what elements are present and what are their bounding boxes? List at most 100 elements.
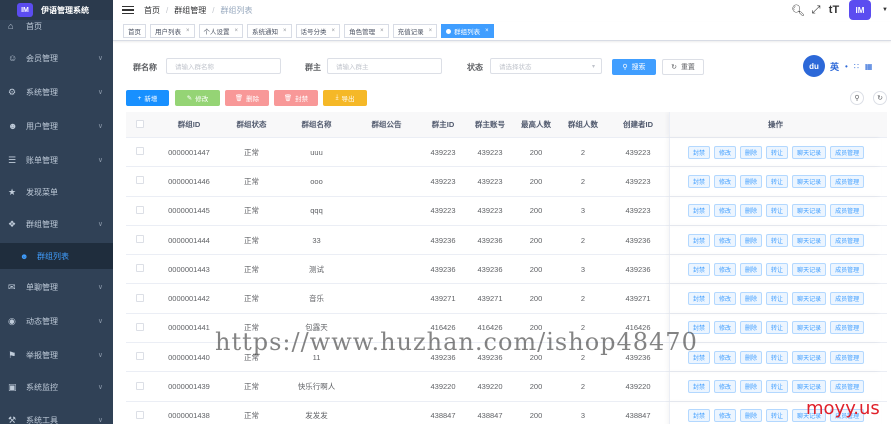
tag-item[interactable]: 话号分类 × (295, 24, 341, 38)
row-action-button[interactable]: 成员管理 (830, 321, 865, 335)
row-action-button[interactable]: 聊天记录 (792, 262, 827, 276)
row-checkbox[interactable] (136, 235, 144, 244)
row-action-button[interactable]: 封禁 (688, 292, 711, 306)
caret-down-icon[interactable]: ▼ (881, 7, 889, 13)
row-action-button[interactable]: 修改 (714, 145, 737, 159)
status-select[interactable]: 请选择状态 ▾ (490, 58, 602, 74)
sidebar-item[interactable]: ▣ 系统监控 ∨ (0, 377, 113, 397)
sidebar-item[interactable]: ◉ 动态管理 ∨ (0, 311, 113, 331)
row-action-button[interactable]: 聊天记录 (792, 174, 827, 188)
row-action-button[interactable]: 删除 (740, 204, 763, 218)
row-checkbox[interactable] (136, 410, 144, 419)
row-action-button[interactable]: 转让 (766, 321, 789, 335)
fullscreen-icon[interactable]: ⤢ (807, 4, 825, 17)
row-checkbox[interactable] (136, 264, 144, 273)
row-action-button[interactable]: 转让 (766, 174, 789, 188)
close-icon[interactable]: × (485, 28, 489, 34)
table-row[interactable]: 0000001445 正常 qqq 439223 439223 200 3 439223 封禁修… (126, 196, 887, 226)
row-action-button[interactable]: 聊天记录 (792, 350, 827, 364)
row-action-button[interactable]: 删除 (740, 145, 763, 159)
delete-button[interactable]: 🗑︎ 删除 (225, 90, 269, 106)
search-button[interactable]: ⚲ 搜索 (612, 59, 656, 75)
row-action-button[interactable]: 封禁 (688, 145, 711, 159)
row-checkbox[interactable] (136, 322, 144, 331)
table-row[interactable]: 0000001438 正常 发发发 438847 438847 200 3 438847 封禁修… (126, 401, 887, 424)
select-all-checkbox[interactable] (136, 119, 144, 128)
row-action-button[interactable]: 封禁 (688, 174, 711, 188)
row-action-button[interactable]: 修改 (714, 321, 737, 335)
row-action-button[interactable]: 封禁 (688, 380, 711, 394)
row-action-button[interactable]: 删除 (740, 233, 763, 247)
ime-lang[interactable]: 英 (830, 60, 839, 73)
row-checkbox[interactable] (136, 205, 144, 214)
tag-item[interactable]: 首页 (123, 24, 146, 38)
grid-icon[interactable]: ▦ (865, 62, 873, 71)
row-action-button[interactable]: 修改 (714, 233, 737, 247)
row-action-button[interactable]: 删除 (740, 262, 763, 276)
row-action-button[interactable]: 转让 (766, 409, 789, 423)
row-action-button[interactable]: 成员管理 (830, 292, 865, 306)
row-checkbox[interactable] (136, 293, 144, 302)
row-action-button[interactable]: 聊天记录 (792, 204, 827, 218)
row-action-button[interactable]: 成员管理 (830, 233, 865, 247)
row-action-button[interactable]: 删除 (740, 380, 763, 394)
row-checkbox[interactable] (136, 176, 144, 185)
sidebar-item[interactable]: ⌂ 首页 (0, 16, 113, 36)
row-action-button[interactable]: 转让 (766, 380, 789, 394)
row-action-button[interactable]: 转让 (766, 204, 789, 218)
row-action-button[interactable]: 封禁 (688, 409, 711, 423)
ban-button[interactable]: 🗑︎ 封禁 (274, 90, 318, 106)
row-action-button[interactable]: 删除 (740, 321, 763, 335)
tag-item[interactable]: 用户列表 × (150, 24, 195, 38)
close-icon[interactable]: × (283, 28, 287, 34)
tag-item[interactable]: 系统通知 × (247, 24, 292, 38)
row-checkbox[interactable] (136, 381, 144, 390)
row-action-button[interactable]: 转让 (766, 145, 789, 159)
ime-toolbar[interactable]: du 英 • ∷ ▦ (803, 54, 889, 78)
row-action-button[interactable]: 成员管理 (830, 350, 865, 364)
table-row[interactable]: 0000001439 正常 快乐行啊人 439220 439220 200 2 439220 封… (126, 372, 887, 402)
row-action-button[interactable]: 修改 (714, 409, 737, 423)
row-action-button[interactable]: 成员管理 (830, 380, 865, 394)
reset-button[interactable]: ↻ 重置 (662, 59, 704, 75)
search-icon[interactable]: 🔍︎ (789, 4, 807, 17)
row-action-button[interactable]: 聊天记录 (792, 380, 827, 394)
breadcrumb-group-manage[interactable]: 群组管理 (174, 5, 206, 16)
row-action-button[interactable]: 转让 (766, 233, 789, 247)
row-action-button[interactable]: 修改 (714, 350, 737, 364)
owner-input[interactable]: 请输入群主 (327, 58, 442, 74)
row-action-button[interactable]: 聊天记录 (792, 292, 827, 306)
sidebar-item[interactable]: ☻ 用户管理 ∨ (0, 116, 113, 136)
refresh-button[interactable]: ↻ (873, 91, 887, 105)
row-action-button[interactable]: 聊天记录 (792, 145, 827, 159)
sidebar-item[interactable]: ⚑ 举报管理 ∨ (0, 345, 113, 365)
tag-item[interactable]: 群组列表 × (441, 24, 494, 38)
sidebar-item[interactable]: ★ 发现菜单 (0, 182, 113, 202)
row-action-button[interactable]: 成员管理 (830, 262, 865, 276)
dots-icon[interactable]: ∷ (854, 62, 859, 71)
row-action-button[interactable]: 封禁 (688, 233, 711, 247)
table-row[interactable]: 0000001447 正常 uuu 439223 439223 200 2 439223 封禁修… (126, 138, 887, 168)
row-action-button[interactable]: 聊天记录 (792, 233, 827, 247)
row-action-button[interactable]: 成员管理 (830, 174, 865, 188)
sidebar-subitem-group-list[interactable]: ☻ 群组列表 (0, 243, 113, 269)
hamburger-icon[interactable] (122, 5, 134, 15)
sidebar-item[interactable]: ✉ 单聊管理 ∨ (0, 277, 113, 297)
row-action-button[interactable]: 成员管理 (830, 204, 865, 218)
sidebar-item[interactable]: ❖ 群组管理 ∨ (0, 214, 113, 234)
tag-item[interactable]: 个人设置 × (198, 24, 244, 38)
font-size-icon[interactable]: tT (825, 4, 843, 16)
row-checkbox[interactable] (136, 352, 144, 361)
row-action-button[interactable]: 转让 (766, 292, 789, 306)
row-action-button[interactable]: 修改 (714, 380, 737, 394)
close-icon[interactable]: × (429, 28, 433, 34)
row-action-button[interactable]: 封禁 (688, 204, 711, 218)
table-row[interactable]: 0000001446 正常 ooo 439223 439223 200 2 439223 封禁修… (126, 167, 887, 197)
row-action-button[interactable]: 删除 (740, 292, 763, 306)
row-action-button[interactable]: 修改 (714, 292, 737, 306)
export-button[interactable]: ⤓ 导出 (323, 90, 367, 106)
table-row[interactable]: 0000001442 正常 音乐 439271 439271 200 2 439271 封禁 修改… (126, 284, 887, 314)
edit-button[interactable]: ✎ 修改 (175, 90, 220, 106)
row-checkbox[interactable] (136, 147, 144, 156)
tag-item[interactable]: 充值记录 × (392, 24, 438, 38)
